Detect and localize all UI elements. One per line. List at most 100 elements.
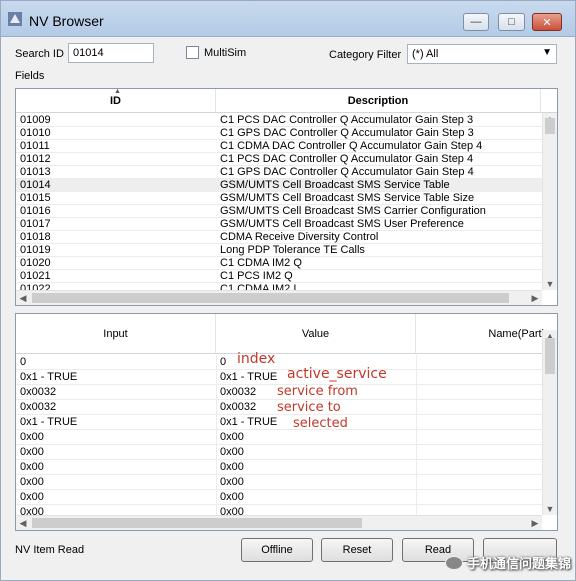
nv-id-cell: 01021 bbox=[20, 270, 51, 282]
value-cell[interactable]: 0x1 - TRUE bbox=[220, 415, 277, 430]
table-row[interactable]: 01014 GSM/UMTS Cell Broadcast SMS Service… bbox=[16, 179, 542, 192]
category-filter-select[interactable]: (*) All ▼ bbox=[407, 44, 557, 64]
table-row[interactable]: 01009 C1 PCS DAC Controller Q Accumulator… bbox=[16, 114, 542, 127]
input-cell[interactable]: 0x0032 bbox=[20, 400, 56, 415]
nv-description-cell: CDMA Receive Diversity Control bbox=[220, 231, 379, 243]
table-row[interactable]: 01020 C1 CDMA IM2 Q bbox=[16, 257, 542, 270]
column-header-description[interactable]: Description bbox=[216, 89, 541, 112]
annotation-service-to: service to bbox=[277, 400, 341, 415]
nv-description-cell: C1 CDMA IM2 Q bbox=[220, 257, 302, 269]
value-cell[interactable]: 0x0032 bbox=[220, 400, 256, 415]
input-cell[interactable]: 0 bbox=[20, 355, 26, 370]
title-bar[interactable]: NV Browser — □ ✕ bbox=[1, 1, 575, 37]
table-row[interactable]: 01017 GSM/UMTS Cell Broadcast SMS User Pr… bbox=[16, 218, 542, 231]
column-divider bbox=[216, 490, 217, 504]
nv-id-cell: 01012 bbox=[20, 153, 51, 165]
nv-id-cell: 01010 bbox=[20, 127, 51, 139]
input-cell[interactable]: 0x00 bbox=[20, 490, 44, 505]
column-header-name[interactable]: Name(Parti bbox=[416, 314, 557, 353]
nv-items-horizontal-scrollbar[interactable]: ◀ ▶ bbox=[16, 290, 542, 305]
nv-description-cell: C1 PCS DAC Controller Q Accumulator Gain… bbox=[220, 153, 474, 165]
nv-id-cell: 01020 bbox=[20, 257, 51, 269]
chevron-down-icon: ▼ bbox=[542, 47, 552, 58]
scroll-down-icon[interactable]: ▼ bbox=[543, 279, 557, 289]
maximize-button[interactable]: □ bbox=[498, 13, 525, 31]
minimize-button[interactable]: — bbox=[463, 13, 489, 31]
fields-table[interactable]: Input Value Name(Parti 0 0 0x1 - TRUE 0x1 -… bbox=[15, 313, 558, 531]
annotation-active-service: active_service bbox=[287, 366, 387, 382]
column-header-value[interactable]: Value bbox=[216, 314, 416, 353]
nv-id-cell: 01018 bbox=[20, 231, 51, 243]
nv-items-hscroll-thumb[interactable] bbox=[32, 293, 509, 303]
table-row[interactable]: 01011 C1 CDMA DAC Controller Q Accumulato… bbox=[16, 140, 542, 153]
nv-description-cell: C1 CDMA DAC Controller Q Accumulator Gai… bbox=[220, 140, 483, 152]
scroll-left-icon[interactable]: ◀ bbox=[16, 518, 30, 529]
table-row[interactable]: 01015 GSM/UMTS Cell Broadcast SMS Service… bbox=[16, 192, 542, 205]
table-row[interactable]: 01010 C1 GPS DAC Controller Q Accumulator… bbox=[16, 127, 542, 140]
table-row[interactable]: 01013 C1 GPS DAC Controller Q Accumulator… bbox=[16, 166, 542, 179]
scroll-left-icon[interactable]: ◀ bbox=[16, 293, 30, 304]
table-row[interactable]: 01012 C1 PCS DAC Controller Q Accumulator… bbox=[16, 153, 542, 166]
table-row[interactable]: 01018 CDMA Receive Diversity Control bbox=[16, 231, 542, 244]
offline-button[interactable]: Offline bbox=[241, 538, 313, 562]
fields-hscroll-thumb[interactable] bbox=[32, 518, 362, 528]
close-icon: ✕ bbox=[542, 16, 552, 29]
close-button[interactable]: ✕ bbox=[532, 13, 562, 31]
column-divider bbox=[216, 355, 217, 369]
input-cell[interactable]: 0x00 bbox=[20, 430, 44, 445]
input-cell[interactable]: 0x1 - TRUE bbox=[20, 415, 77, 430]
fields-vscroll-thumb[interactable] bbox=[545, 338, 555, 374]
input-cell[interactable]: 0x1 - TRUE bbox=[20, 370, 77, 385]
table-row[interactable]: 0x00 0x00 bbox=[16, 475, 542, 490]
value-cell[interactable]: 0x00 bbox=[220, 460, 244, 475]
table-row[interactable]: 0x00 0x00 bbox=[16, 490, 542, 505]
nv-id-cell: 01016 bbox=[20, 205, 51, 217]
table-row[interactable]: 0x00 0x00 bbox=[16, 430, 542, 445]
table-row[interactable]: 0x00 0x00 bbox=[16, 460, 542, 475]
sort-ascending-icon: ▲ bbox=[114, 88, 121, 95]
value-cell[interactable]: 0x00 bbox=[220, 430, 244, 445]
table-row[interactable]: 01016 GSM/UMTS Cell Broadcast SMS Carrier… bbox=[16, 205, 542, 218]
scroll-right-icon[interactable]: ▶ bbox=[528, 518, 542, 529]
fields-label: Fields bbox=[15, 70, 45, 82]
nv-description-cell: GSM/UMTS Cell Broadcast SMS Service Tabl… bbox=[220, 192, 475, 204]
column-divider bbox=[416, 460, 417, 474]
column-divider bbox=[216, 385, 217, 399]
input-cell[interactable]: 0x0032 bbox=[20, 385, 56, 400]
table-row[interactable]: 0x1 - TRUE 0x1 - TRUE bbox=[16, 370, 542, 385]
table-row[interactable]: 01021 C1 PCS IM2 Q bbox=[16, 270, 542, 283]
table-row[interactable]: 0x1 - TRUE 0x1 - TRUE bbox=[16, 415, 542, 430]
search-id-input[interactable]: 01014 bbox=[68, 43, 154, 63]
column-divider bbox=[416, 415, 417, 429]
value-cell[interactable]: 0x00 bbox=[220, 445, 244, 460]
fields-vertical-scrollbar[interactable]: ▲ ▼ bbox=[542, 330, 557, 515]
value-cell[interactable]: 0 bbox=[220, 355, 226, 370]
column-divider bbox=[216, 460, 217, 474]
nv-description-cell: C1 PCS DAC Controller Q Accumulator Gain… bbox=[220, 114, 474, 126]
input-cell[interactable]: 0x00 bbox=[20, 445, 44, 460]
fields-table-header: Input Value Name(Parti bbox=[16, 314, 557, 354]
nv-items-vscroll-thumb[interactable] bbox=[545, 118, 555, 134]
nv-items-vertical-scrollbar[interactable]: ▲ ▼ bbox=[542, 113, 557, 290]
value-cell[interactable]: 0x0032 bbox=[220, 385, 256, 400]
table-row[interactable]: 01019 Long PDP Tolerance TE Calls bbox=[16, 244, 542, 257]
reset-button[interactable]: Reset bbox=[321, 538, 393, 562]
annotation-selected: selected bbox=[293, 416, 348, 431]
status-text: NV Item Read bbox=[15, 544, 85, 556]
input-cell[interactable]: 0x00 bbox=[20, 460, 44, 475]
app-icon bbox=[8, 12, 22, 26]
value-cell[interactable]: 0x00 bbox=[220, 475, 244, 490]
table-row[interactable]: 00 bbox=[16, 355, 542, 370]
value-cell[interactable]: 0x00 bbox=[220, 490, 244, 505]
column-header-input[interactable]: Input bbox=[16, 314, 216, 353]
column-header-id-label: ID bbox=[110, 94, 121, 107]
nv-items-table[interactable]: ID Description ▲ 01009 C1 PCS DAC Control… bbox=[15, 88, 558, 306]
multisim-checkbox[interactable] bbox=[186, 46, 199, 59]
input-cell[interactable]: 0x00 bbox=[20, 475, 44, 490]
scroll-right-icon[interactable]: ▶ bbox=[528, 293, 542, 304]
scroll-down-icon[interactable]: ▼ bbox=[543, 504, 557, 514]
category-filter-label: Category Filter bbox=[329, 49, 402, 61]
fields-horizontal-scrollbar[interactable]: ◀ ▶ bbox=[16, 515, 542, 530]
table-row[interactable]: 0x00 0x00 bbox=[16, 445, 542, 460]
value-cell[interactable]: 0x1 - TRUE bbox=[220, 370, 277, 385]
